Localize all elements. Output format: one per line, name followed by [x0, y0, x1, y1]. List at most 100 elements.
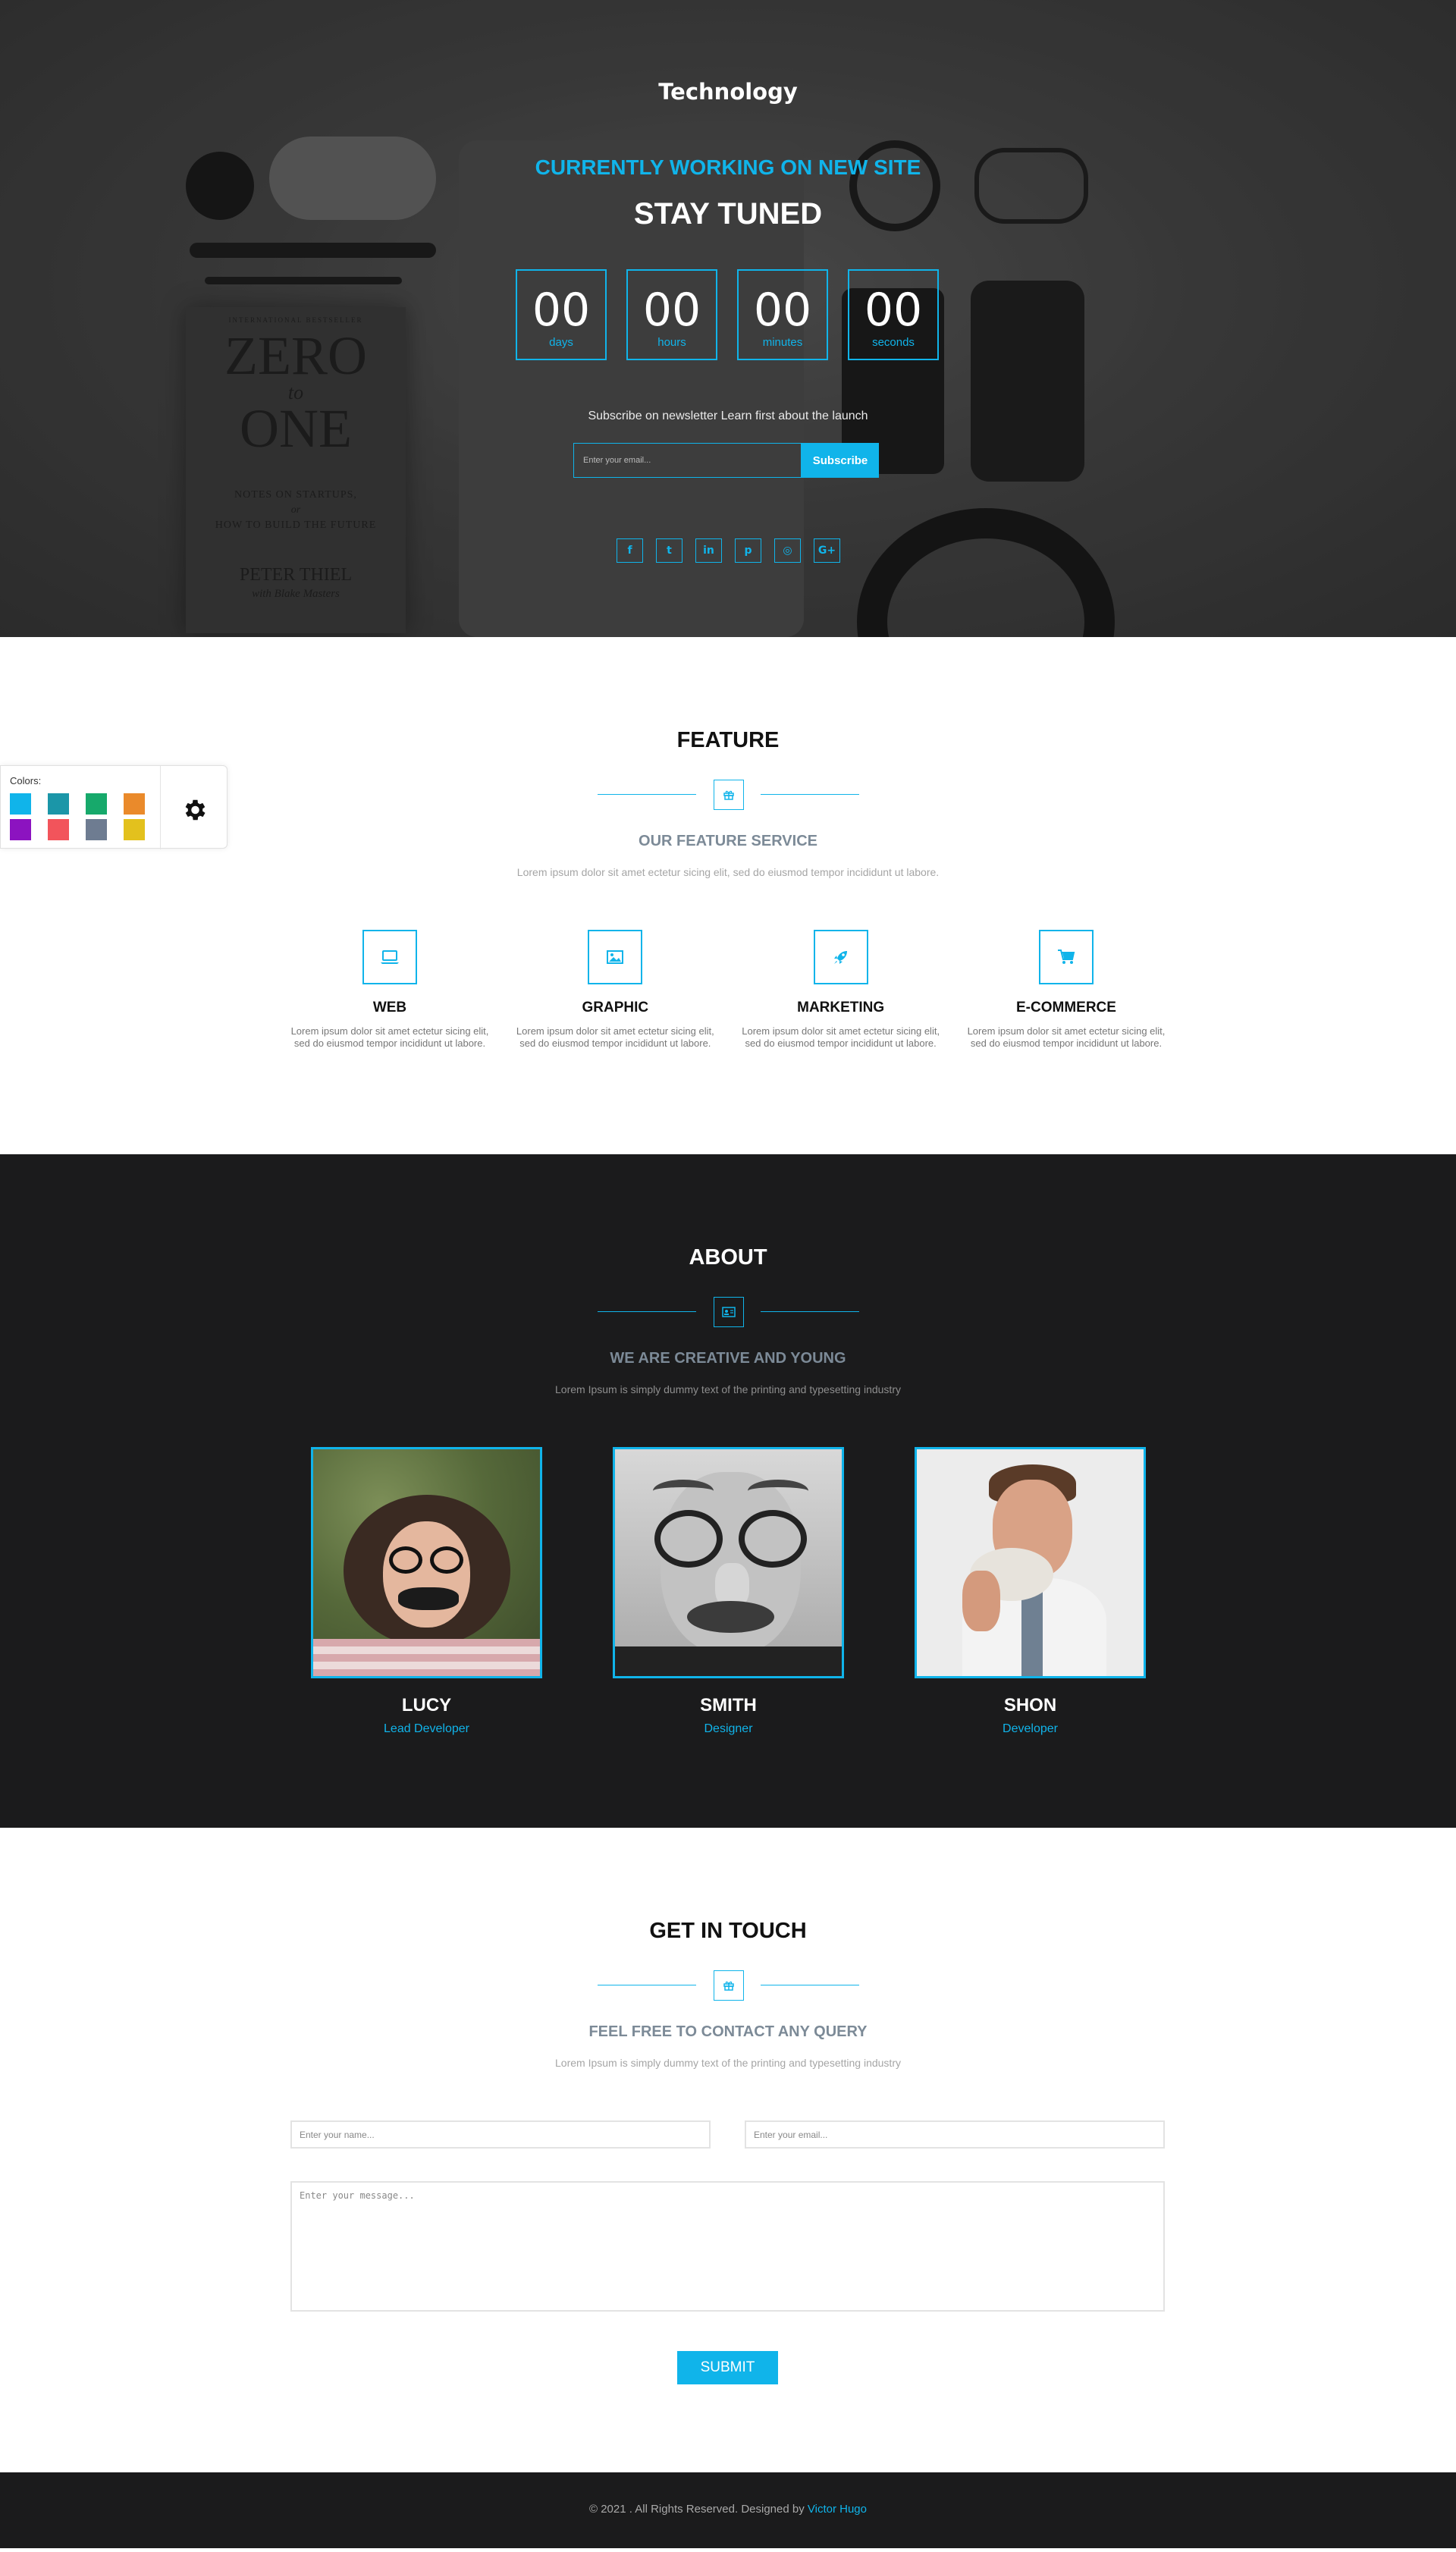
color-switcher: Colors:: [0, 765, 228, 849]
facebook-icon[interactable]: f: [617, 538, 643, 563]
countdown-value: 00: [753, 284, 812, 337]
brand-title[interactable]: Technology: [0, 79, 1456, 105]
countdown-label: days: [549, 336, 573, 349]
cart-icon: [1038, 930, 1094, 984]
countdown-value: 00: [532, 284, 591, 337]
feature-item-desc: Lorem ipsum dolor sit amet ectetur sicin…: [742, 1025, 940, 1049]
color-swatches: [10, 793, 145, 840]
feature-item-desc: Lorem ipsum dolor sit amet ectetur sicin…: [516, 1025, 714, 1049]
switcher-divider: [160, 766, 161, 849]
feature-item-desc: Lorem ipsum dolor sit amet ectetur sicin…: [290, 1025, 489, 1049]
countdown-label: hours: [657, 336, 686, 349]
linkedin-icon[interactable]: in: [695, 538, 722, 563]
about-divider: [597, 1297, 859, 1327]
feature-item-graphic: GRAPHIC Lorem ipsum dolor sit amet ectet…: [516, 930, 714, 1050]
feature-item-ecommerce: E-COMMERCE Lorem ipsum dolor sit amet ec…: [967, 930, 1166, 1050]
member-photo: [311, 1447, 542, 1678]
contact-section: GET IN TOUCH FEEL FREE TO CONTACT ANY QU…: [0, 1828, 1456, 2472]
feature-item-title: MARKETING: [797, 1000, 885, 1015]
hero-title: STAY TUNED: [633, 197, 823, 231]
team-member-smith: SMITH Designer: [613, 1447, 844, 1736]
divider-line: [760, 794, 859, 795]
about-section: ABOUT WE ARE CREATIVE AND YOUNG Lorem Ip…: [0, 1154, 1456, 1828]
countdown-value: 00: [642, 284, 701, 337]
gift-icon: [713, 780, 744, 810]
feature-item-title: E-COMMERCE: [1016, 1000, 1116, 1015]
contact-divider: [597, 1970, 859, 2001]
colors-label: Colors:: [10, 775, 42, 786]
footer: © 2021 . All Rights Reserved. Designed b…: [0, 2472, 1456, 2548]
social-links: f t in p ◎ G+: [617, 538, 840, 563]
subscribe-button[interactable]: Subscribe: [802, 443, 879, 478]
countdown: 00 days 00 hours 00 minutes 00 seconds: [516, 269, 940, 360]
divider-line: [597, 1311, 696, 1312]
countdown-label: seconds: [872, 336, 915, 349]
contact-subtitle: FEEL FREE TO CONTACT ANY QUERY: [588, 2023, 868, 2040]
color-swatch[interactable]: [86, 819, 107, 840]
about-subtitle: WE ARE CREATIVE AND YOUNG: [610, 1350, 846, 1367]
member-role: Lead Developer: [384, 1722, 469, 1735]
newsletter-text: Subscribe on newsletter Learn first abou…: [588, 410, 868, 422]
copyright-text: © 2021 . All Rights Reserved. Designed b…: [589, 2503, 805, 2516]
color-swatch[interactable]: [86, 793, 107, 815]
newsletter-email-input[interactable]: [573, 443, 802, 478]
id-card-icon: [713, 1297, 744, 1327]
color-swatch[interactable]: [48, 793, 69, 815]
member-photo: [915, 1447, 1146, 1678]
divider-line: [760, 1311, 859, 1312]
feature-section: FEATURE OUR FEATURE SERVICE Lorem ipsum …: [0, 637, 1456, 1154]
name-field[interactable]: Enter your name...: [290, 2120, 711, 2149]
member-name: SHON: [1003, 1695, 1057, 1715]
member-name: SMITH: [700, 1695, 757, 1715]
feature-item-marketing: MARKETING Lorem ipsum dolor sit amet ect…: [742, 930, 940, 1050]
dribbble-icon[interactable]: ◎: [774, 538, 801, 563]
team-member-shon: SHON Developer: [915, 1447, 1146, 1736]
hero-subtitle: CURRENTLY WORKING ON NEW SITE: [535, 155, 921, 179]
color-swatch[interactable]: [124, 819, 145, 840]
feature-item-desc: Lorem ipsum dolor sit amet ectetur sicin…: [967, 1025, 1166, 1049]
contact-description: Lorem Ipsum is simply dummy text of the …: [555, 2057, 901, 2069]
image-icon: [588, 930, 643, 984]
feature-item-title: GRAPHIC: [582, 1000, 649, 1015]
feature-description: Lorem ipsum dolor sit amet ectetur sicin…: [516, 866, 940, 878]
submit-button[interactable]: SUBMIT: [677, 2351, 778, 2384]
designer-link[interactable]: Victor Hugo: [808, 2503, 867, 2516]
feature-item-web: WEB Lorem ipsum dolor sit amet ectetur s…: [290, 930, 489, 1050]
google-plus-icon[interactable]: G+: [814, 538, 840, 563]
color-swatch[interactable]: [124, 793, 145, 815]
hero-section: INTERNATIONAL BESTSELLER ZERO to ONE NOT…: [0, 0, 1456, 637]
countdown-hours: 00 hours: [626, 269, 717, 360]
member-name: LUCY: [401, 1695, 452, 1715]
about-description: Lorem Ipsum is simply dummy text of the …: [555, 1383, 901, 1395]
feature-list: WEB Lorem ipsum dolor sit amet ectetur s…: [290, 930, 1166, 1050]
rocket-icon: [813, 930, 868, 984]
contact-title: GET IN TOUCH: [649, 1919, 807, 1943]
countdown-days: 00 days: [516, 269, 607, 360]
email-field[interactable]: Enter your email...: [745, 2120, 1165, 2149]
twitter-icon[interactable]: t: [656, 538, 682, 563]
feature-divider: [597, 780, 859, 810]
about-title: ABOUT: [689, 1245, 767, 1270]
feature-title: FEATURE: [676, 728, 780, 752]
countdown-label: minutes: [762, 336, 803, 349]
newsletter-form: Subscribe: [573, 443, 879, 478]
footer-text: © 2021 . All Rights Reserved. Designed b…: [0, 2503, 1456, 2516]
member-role: Designer: [704, 1722, 753, 1735]
color-swatch[interactable]: [10, 793, 31, 815]
countdown-value: 00: [864, 284, 923, 337]
color-swatch[interactable]: [10, 819, 31, 840]
member-role: Developer: [1003, 1722, 1058, 1735]
divider-line: [597, 794, 696, 795]
laptop-icon: [362, 930, 417, 984]
color-swatch[interactable]: [48, 819, 69, 840]
team-list: LUCY Lead Developer SMITH Designer SHON …: [311, 1447, 1146, 1736]
countdown-seconds: 00 seconds: [848, 269, 939, 360]
gift-icon: [713, 1970, 744, 2001]
member-photo: [613, 1447, 844, 1678]
countdown-minutes: 00 minutes: [737, 269, 828, 360]
pinterest-icon[interactable]: p: [735, 538, 761, 563]
gear-icon[interactable]: [180, 796, 208, 824]
team-member-lucy: LUCY Lead Developer: [311, 1447, 542, 1736]
message-field[interactable]: Enter your message...: [290, 2181, 1165, 2312]
feature-item-title: WEB: [372, 1000, 407, 1015]
